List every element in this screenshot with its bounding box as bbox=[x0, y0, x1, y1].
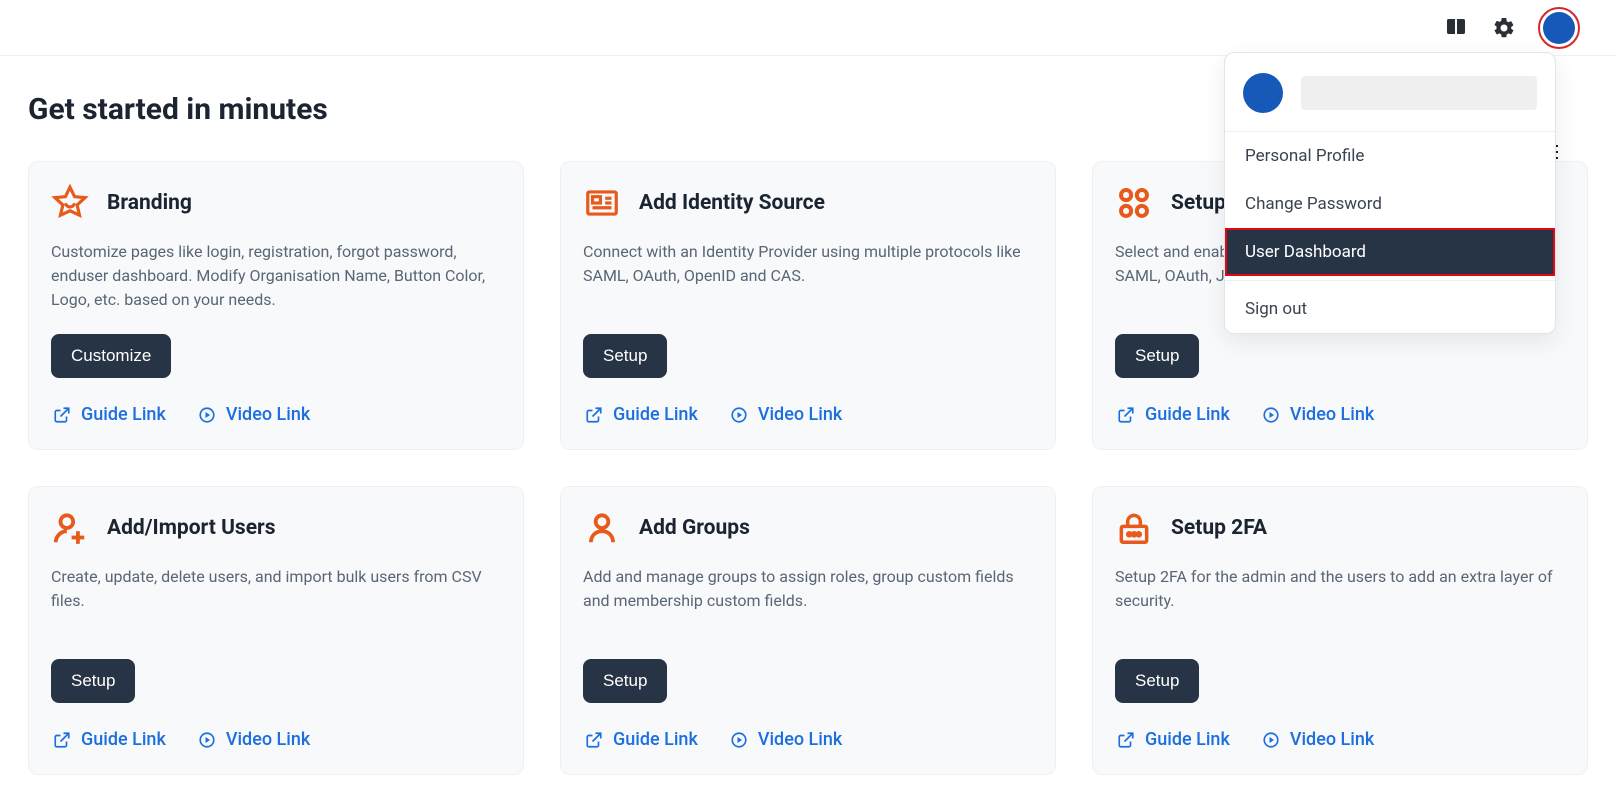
card-description: Connect with an Identity Provider using … bbox=[583, 240, 1033, 312]
video-link[interactable]: Video Link bbox=[198, 729, 310, 750]
menu-user-dashboard[interactable]: User Dashboard bbox=[1225, 228, 1555, 276]
video-link[interactable]: Video Link bbox=[730, 729, 842, 750]
card-branding: Branding Customize pages like login, reg… bbox=[28, 161, 524, 450]
menu-sign-out[interactable]: Sign out bbox=[1225, 285, 1555, 333]
video-link[interactable]: Video Link bbox=[198, 404, 310, 425]
video-link-label: Video Link bbox=[1290, 729, 1374, 750]
setup-button[interactable]: Setup bbox=[51, 659, 135, 703]
user-icon bbox=[583, 509, 621, 547]
video-link-label: Video Link bbox=[1290, 404, 1374, 425]
guide-link[interactable]: Guide Link bbox=[53, 404, 166, 425]
lock-icon bbox=[1115, 509, 1153, 547]
card-description: Add and manage groups to assign roles, g… bbox=[583, 565, 1033, 637]
guide-link[interactable]: Guide Link bbox=[585, 404, 698, 425]
setup-button[interactable]: Setup bbox=[583, 334, 667, 378]
dropdown-username-redacted bbox=[1301, 76, 1537, 110]
dropdown-avatar bbox=[1243, 73, 1283, 113]
guide-link-label: Guide Link bbox=[613, 404, 698, 425]
profile-dropdown: Personal Profile Change Password User Da… bbox=[1224, 52, 1556, 334]
menu-personal-profile[interactable]: Personal Profile bbox=[1225, 132, 1555, 180]
guide-link[interactable]: Guide Link bbox=[53, 729, 166, 750]
guide-link-label: Guide Link bbox=[81, 404, 166, 425]
menu-user-dashboard-label: User Dashboard bbox=[1227, 230, 1553, 274]
dropdown-header bbox=[1225, 53, 1555, 132]
menu-change-password[interactable]: Change Password bbox=[1225, 180, 1555, 228]
avatar-dot bbox=[1543, 12, 1575, 44]
gear-icon[interactable] bbox=[1490, 14, 1518, 42]
card-title: Add Groups bbox=[639, 516, 750, 540]
card-title: Add Identity Source bbox=[639, 191, 825, 215]
guide-link[interactable]: Guide Link bbox=[585, 729, 698, 750]
card-setup-2fa: Setup 2FA Setup 2FA for the admin and th… bbox=[1092, 486, 1588, 775]
card-description: Setup 2FA for the admin and the users to… bbox=[1115, 565, 1565, 637]
card-import-users: Add/Import Users Create, update, delete … bbox=[28, 486, 524, 775]
video-link[interactable]: Video Link bbox=[730, 404, 842, 425]
guide-link-label: Guide Link bbox=[1145, 729, 1230, 750]
guide-link-label: Guide Link bbox=[613, 729, 698, 750]
card-title: Setup 2FA bbox=[1171, 516, 1267, 540]
profile-avatar[interactable] bbox=[1538, 7, 1580, 49]
setup-button[interactable]: Setup bbox=[583, 659, 667, 703]
top-bar bbox=[0, 0, 1616, 56]
video-link-label: Video Link bbox=[226, 404, 310, 425]
video-link[interactable]: Video Link bbox=[1262, 729, 1374, 750]
star-icon bbox=[51, 184, 89, 222]
video-link-label: Video Link bbox=[758, 729, 842, 750]
apps-icon bbox=[1115, 184, 1153, 222]
book-icon[interactable] bbox=[1442, 14, 1470, 42]
customize-button[interactable]: Customize bbox=[51, 334, 171, 378]
card-add-groups: Add Groups Add and manage groups to assi… bbox=[560, 486, 1056, 775]
card-title: Add/Import Users bbox=[107, 516, 276, 540]
video-link-label: Video Link bbox=[758, 404, 842, 425]
setup-button[interactable]: Setup bbox=[1115, 334, 1199, 378]
dropdown-separator bbox=[1225, 280, 1555, 281]
card-title: Branding bbox=[107, 191, 192, 215]
card-description: Create, update, delete users, and import… bbox=[51, 565, 501, 637]
guide-link[interactable]: Guide Link bbox=[1117, 729, 1230, 750]
guide-link[interactable]: Guide Link bbox=[1117, 404, 1230, 425]
guide-link-label: Guide Link bbox=[81, 729, 166, 750]
setup-button[interactable]: Setup bbox=[1115, 659, 1199, 703]
video-link[interactable]: Video Link bbox=[1262, 404, 1374, 425]
user-plus-icon bbox=[51, 509, 89, 547]
card-identity-source: Add Identity Source Connect with an Iden… bbox=[560, 161, 1056, 450]
guide-link-label: Guide Link bbox=[1145, 404, 1230, 425]
id-card-icon bbox=[583, 184, 621, 222]
card-description: Customize pages like login, registration… bbox=[51, 240, 501, 312]
video-link-label: Video Link bbox=[226, 729, 310, 750]
